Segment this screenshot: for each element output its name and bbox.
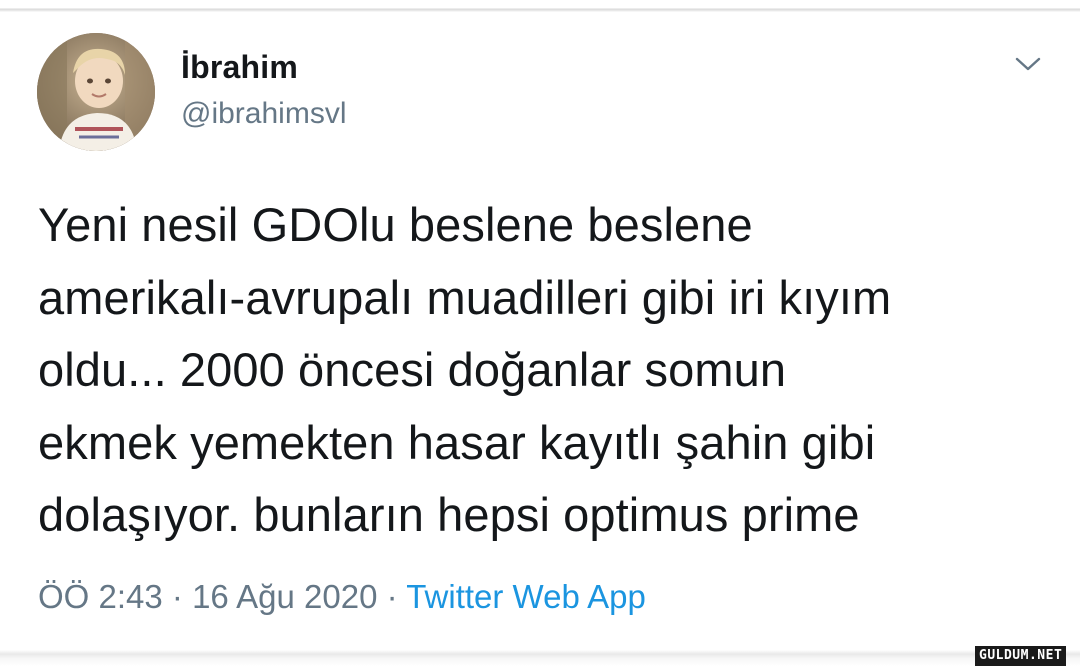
tweet-line: amerikalı-avrupalı muadilleri gibi iri k… bbox=[38, 270, 892, 324]
meta-separator: · bbox=[386, 578, 398, 615]
tweet-line: oldu... 2000 öncesi doğanlar somun bbox=[38, 343, 787, 396]
tweet-text: Yeni nesil GDOlu beslene beslene amerika… bbox=[38, 189, 1048, 552]
tweet-line: ekmek yemekten hasar kayıtlı şahin gibi bbox=[38, 415, 876, 469]
watermark: GULDUM.NET bbox=[975, 646, 1067, 666]
tweet-source-link[interactable]: Twitter Web App bbox=[406, 578, 646, 615]
tweet-meta: ÖÖ 2:43 · 16 Ağu 2020 · Twitter Web App bbox=[38, 578, 646, 616]
tweet-line: Yeni nesil GDOlu beslene beslene bbox=[38, 198, 753, 251]
tweet-date[interactable]: 16 Ağu 2020 bbox=[192, 578, 377, 615]
tweet-card: İbrahim @ibrahimsvl Yeni nesil GDOlu bes… bbox=[0, 0, 1080, 666]
meta-separator: · bbox=[171, 578, 183, 615]
tweet-time[interactable]: ÖÖ 2:43 bbox=[38, 578, 163, 615]
display-name[interactable]: İbrahim bbox=[181, 49, 298, 86]
tweet-line: dolaşıyor. bunların hepsi optimus prime bbox=[38, 488, 860, 541]
user-handle[interactable]: @ibrahimsvl bbox=[181, 97, 346, 131]
avatar[interactable] bbox=[37, 33, 155, 151]
avatar-image bbox=[37, 33, 155, 151]
chevron-down-icon[interactable] bbox=[1010, 50, 1046, 78]
bottom-divider bbox=[0, 650, 1080, 666]
